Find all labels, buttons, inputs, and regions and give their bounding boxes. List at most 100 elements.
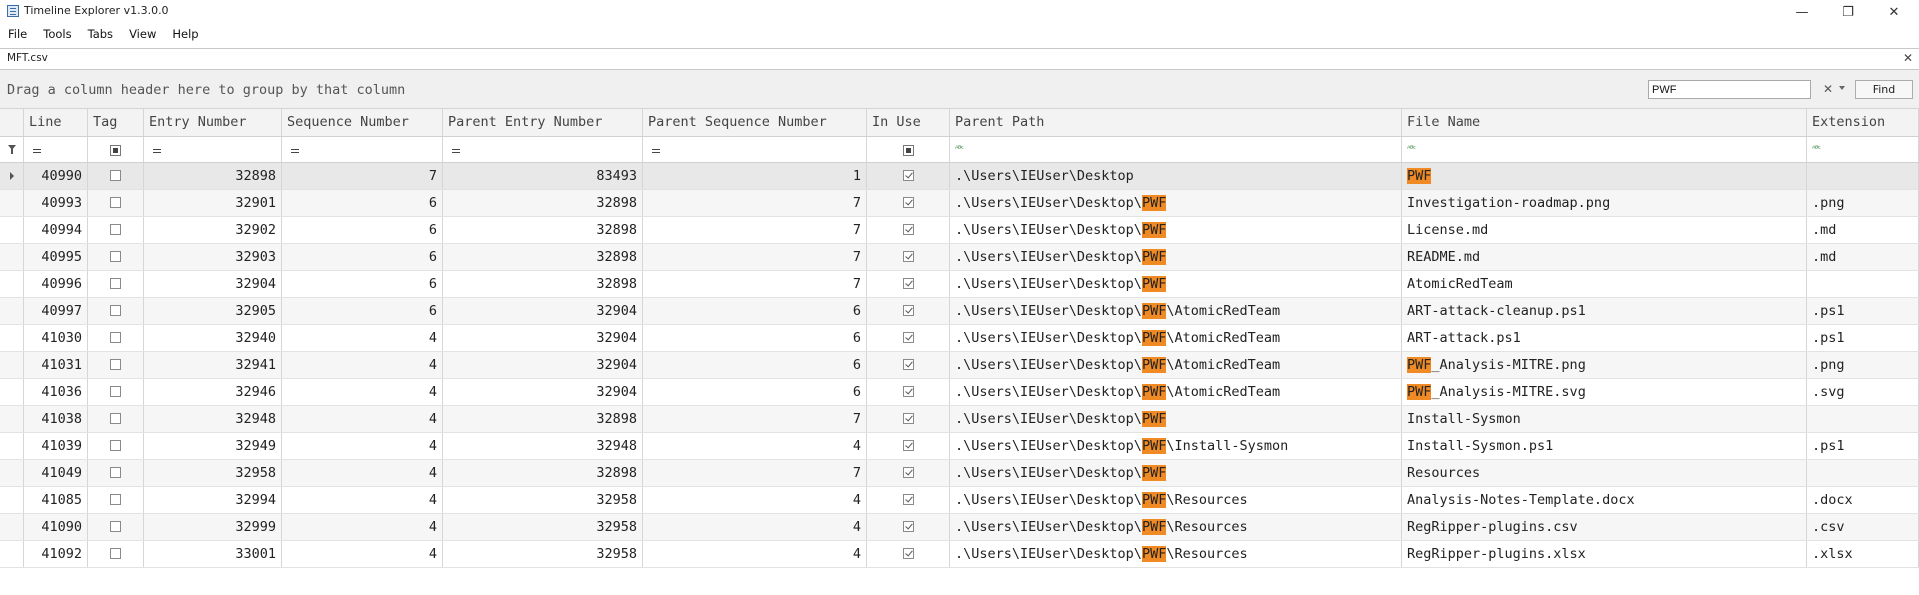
- cell-extension[interactable]: .xlsx: [1807, 541, 1919, 567]
- cell-parent-entry-number[interactable]: 32904: [443, 379, 643, 405]
- cell-parent-entry-number[interactable]: 32898: [443, 460, 643, 486]
- cell-tag[interactable]: [88, 217, 144, 243]
- cell-extension[interactable]: [1807, 406, 1919, 432]
- minimize-button[interactable]: —: [1779, 0, 1825, 24]
- row-indicator[interactable]: [0, 271, 24, 297]
- cell-parent-sequence-number[interactable]: 6: [643, 379, 867, 405]
- cell-tag[interactable]: [88, 406, 144, 432]
- table-row[interactable]: 40996 32904 6 32898 7 .\Users\IEUser\Desktop\…: [0, 271, 1919, 298]
- cell-in-use[interactable]: [867, 433, 950, 459]
- cell-tag[interactable]: [88, 190, 144, 216]
- table-row[interactable]: 41092 33001 4 32958 4 .\Users\IEUser\Desktop\…: [0, 541, 1919, 568]
- column-header-entry-number[interactable]: Entry Number: [144, 109, 282, 136]
- table-row[interactable]: 41049 32958 4 32898 7 .\Users\IEUser\Desktop\…: [0, 460, 1919, 487]
- cell-parent-entry-number[interactable]: 32948: [443, 433, 643, 459]
- cell-line[interactable]: 41085: [24, 487, 88, 513]
- tag-checkbox[interactable]: [110, 359, 121, 370]
- cell-extension[interactable]: [1807, 163, 1919, 189]
- cell-line[interactable]: 40995: [24, 244, 88, 270]
- table-row[interactable]: 40994 32902 6 32898 7 .\Users\IEUser\Desktop\…: [0, 217, 1919, 244]
- cell-parent-sequence-number[interactable]: 7: [643, 406, 867, 432]
- cell-entry-number[interactable]: 33001: [144, 541, 282, 567]
- cell-extension[interactable]: [1807, 460, 1919, 486]
- cell-extension[interactable]: .md: [1807, 217, 1919, 243]
- filter-cell-in-use[interactable]: [867, 137, 950, 162]
- cell-sequence-number[interactable]: 4: [282, 433, 443, 459]
- cell-parent-path[interactable]: .\Users\IEUser\Desktop\PWF: [950, 244, 1402, 270]
- cell-extension[interactable]: .md: [1807, 244, 1919, 270]
- cell-extension[interactable]: .png: [1807, 190, 1919, 216]
- row-indicator[interactable]: [0, 352, 24, 378]
- cell-sequence-number[interactable]: 4: [282, 325, 443, 351]
- cell-sequence-number[interactable]: 4: [282, 379, 443, 405]
- row-indicator[interactable]: [0, 325, 24, 351]
- table-row[interactable]: 41085 32994 4 32958 4 .\Users\IEUser\Desktop\…: [0, 487, 1919, 514]
- cell-in-use[interactable]: [867, 487, 950, 513]
- cell-file-name[interactable]: ART-attack-cleanup.ps1: [1402, 298, 1807, 324]
- cell-entry-number[interactable]: 32901: [144, 190, 282, 216]
- cell-file-name[interactable]: PWF_Analysis-MITRE.svg: [1402, 379, 1807, 405]
- column-header-file-name[interactable]: File Name: [1402, 109, 1807, 136]
- cell-parent-sequence-number[interactable]: 1: [643, 163, 867, 189]
- cell-file-name[interactable]: Analysis-Notes-Template.docx: [1402, 487, 1807, 513]
- cell-file-name[interactable]: README.md: [1402, 244, 1807, 270]
- row-indicator[interactable]: [0, 190, 24, 216]
- tag-checkbox[interactable]: [110, 494, 121, 505]
- row-indicator[interactable]: [0, 163, 24, 189]
- cell-sequence-number[interactable]: 4: [282, 352, 443, 378]
- cell-line[interactable]: 41049: [24, 460, 88, 486]
- search-dropdown-icon[interactable]: [1839, 86, 1845, 90]
- cell-parent-entry-number[interactable]: 32898: [443, 271, 643, 297]
- cell-in-use[interactable]: [867, 217, 950, 243]
- cell-parent-path[interactable]: .\Users\IEUser\Desktop\PWF\AtomicRedTeam: [950, 298, 1402, 324]
- cell-line[interactable]: 41090: [24, 514, 88, 540]
- cell-tag[interactable]: [88, 433, 144, 459]
- cell-extension[interactable]: .csv: [1807, 514, 1919, 540]
- cell-parent-entry-number[interactable]: 83493: [443, 163, 643, 189]
- cell-in-use[interactable]: [867, 325, 950, 351]
- cell-entry-number[interactable]: 32903: [144, 244, 282, 270]
- cell-entry-number[interactable]: 32940: [144, 325, 282, 351]
- cell-in-use[interactable]: [867, 271, 950, 297]
- cell-parent-entry-number[interactable]: 32904: [443, 298, 643, 324]
- column-header-parent-entry-number[interactable]: Parent Entry Number: [443, 109, 643, 136]
- row-indicator[interactable]: [0, 487, 24, 513]
- table-row[interactable]: 41036 32946 4 32904 6 .\Users\IEUser\Desktop\…: [0, 379, 1919, 406]
- tag-checkbox[interactable]: [110, 332, 121, 343]
- tag-checkbox[interactable]: [110, 440, 121, 451]
- cell-file-name[interactable]: AtomicRedTeam: [1402, 271, 1807, 297]
- cell-line[interactable]: 40996: [24, 271, 88, 297]
- tag-checkbox[interactable]: [110, 305, 121, 316]
- tag-checkbox[interactable]: [110, 521, 121, 532]
- menu-view[interactable]: View: [121, 24, 164, 46]
- cell-sequence-number[interactable]: 4: [282, 487, 443, 513]
- cell-tag[interactable]: [88, 487, 144, 513]
- cell-parent-path[interactable]: .\Users\IEUser\Desktop\PWF\Resources: [950, 514, 1402, 540]
- cell-sequence-number[interactable]: 4: [282, 514, 443, 540]
- filter-cell-parent-entry-number[interactable]: [443, 137, 643, 162]
- cell-parent-path[interactable]: .\Users\IEUser\Desktop\PWF: [950, 271, 1402, 297]
- cell-file-name[interactable]: PWF_Analysis-MITRE.png: [1402, 352, 1807, 378]
- cell-line[interactable]: 41038: [24, 406, 88, 432]
- cell-file-name[interactable]: ART-attack.ps1: [1402, 325, 1807, 351]
- cell-entry-number[interactable]: 32949: [144, 433, 282, 459]
- cell-entry-number[interactable]: 32946: [144, 379, 282, 405]
- cell-file-name[interactable]: Install-Sysmon.ps1: [1402, 433, 1807, 459]
- tab-mft-csv[interactable]: MFT.csv: [7, 52, 48, 64]
- table-row[interactable]: 41031 32941 4 32904 6 .\Users\IEUser\Desktop\…: [0, 352, 1919, 379]
- cell-sequence-number[interactable]: 6: [282, 244, 443, 270]
- column-header-tag[interactable]: Tag: [88, 109, 144, 136]
- tag-checkbox[interactable]: [110, 170, 121, 181]
- cell-entry-number[interactable]: 32905: [144, 298, 282, 324]
- group-by-panel[interactable]: Drag a column header here to group by th…: [0, 70, 1919, 109]
- menu-tools[interactable]: Tools: [35, 24, 79, 46]
- cell-file-name[interactable]: Resources: [1402, 460, 1807, 486]
- table-row[interactable]: 40995 32903 6 32898 7 .\Users\IEUser\Desktop\…: [0, 244, 1919, 271]
- cell-parent-path[interactable]: .\Users\IEUser\Desktop: [950, 163, 1402, 189]
- row-indicator[interactable]: [0, 514, 24, 540]
- cell-sequence-number[interactable]: 6: [282, 298, 443, 324]
- cell-extension[interactable]: .docx: [1807, 487, 1919, 513]
- cell-in-use[interactable]: [867, 163, 950, 189]
- clear-search-icon[interactable]: ✕: [1823, 82, 1833, 96]
- cell-parent-entry-number[interactable]: 32958: [443, 487, 643, 513]
